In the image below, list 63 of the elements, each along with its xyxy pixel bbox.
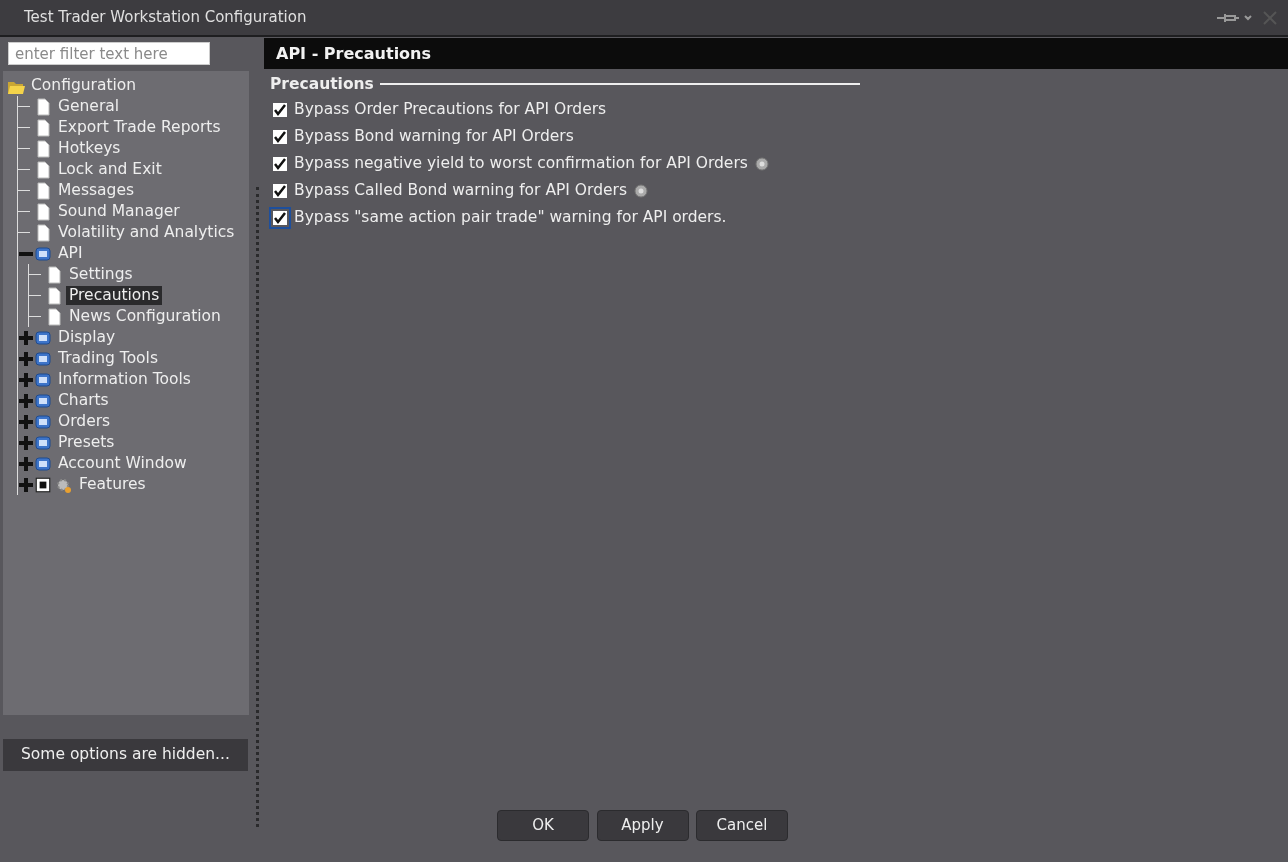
tree-item[interactable]: Precautions: [66, 286, 163, 305]
page-icon: [34, 202, 52, 221]
module-icon: [34, 454, 52, 473]
dialog-button[interactable]: Cancel: [696, 810, 788, 841]
module-icon: [34, 244, 52, 263]
option-label[interactable]: Bypass negative yield to worst confirmation for API Orders: [294, 151, 748, 176]
option-label[interactable]: Bypass Bond warning for API Orders: [294, 124, 574, 149]
page-icon: [34, 139, 52, 158]
module-icon: [34, 433, 52, 452]
page-icon: [34, 160, 52, 179]
dialog-button[interactable]: OK: [497, 810, 589, 841]
tree-item[interactable]: Orders: [55, 412, 114, 431]
tree-item[interactable]: Account Window: [55, 454, 190, 473]
module-icon: [34, 328, 52, 347]
option-label[interactable]: Bypass Called Bond warning for API Orders: [294, 178, 627, 203]
tree-item[interactable]: Messages: [55, 181, 137, 200]
option-label[interactable]: Bypass "same action pair trade" warning for API orders.: [294, 205, 727, 230]
tree-item[interactable]: Settings: [66, 265, 136, 284]
page-icon: [45, 286, 63, 305]
tree-item[interactable]: Trading Tools: [55, 349, 161, 368]
tree-item[interactable]: Sound Manager: [55, 202, 183, 221]
section-title: Precautions: [269, 73, 374, 95]
checkbox[interactable]: [269, 206, 291, 229]
page-icon: [34, 181, 52, 200]
page-icon: [45, 307, 63, 326]
tree-item[interactable]: Hotkeys: [55, 139, 124, 158]
tree-item[interactable]: Features: [76, 475, 149, 494]
hidden-options-note[interactable]: Some options are hidden...: [3, 739, 248, 771]
page-icon: [34, 223, 52, 242]
help-icon[interactable]: [634, 183, 648, 198]
option-label[interactable]: Bypass Order Precautions for API Orders: [294, 97, 607, 122]
expand-icon[interactable]: [18, 392, 34, 409]
window-title: Test Trader Workstation Configuration: [24, 7, 307, 29]
tree-item[interactable]: Presets: [55, 433, 118, 452]
tree-item[interactable]: General: [55, 97, 123, 116]
tree-item[interactable]: Volatility and Analytics: [55, 223, 238, 242]
checkbox[interactable]: [34, 475, 52, 494]
help-icon[interactable]: [754, 156, 769, 171]
tree-item[interactable]: Information Tools: [55, 370, 194, 389]
page-icon: [34, 118, 52, 137]
module-icon: [34, 412, 52, 431]
expand-icon[interactable]: [18, 371, 34, 388]
expand-icon[interactable]: [18, 413, 34, 430]
module-icon: [34, 370, 52, 389]
panel-title: API - Precautions: [276, 42, 432, 65]
tree-item[interactable]: Display: [55, 328, 119, 347]
tree-item[interactable]: Lock and Exit: [55, 160, 165, 179]
tree-item[interactable]: Configuration: [28, 76, 140, 95]
expand-icon[interactable]: [18, 350, 34, 367]
expand-icon[interactable]: [18, 455, 34, 472]
filter-field[interactable]: enter filter text here: [8, 42, 210, 65]
page-icon: [34, 97, 52, 116]
tree-item[interactable]: API: [55, 244, 86, 263]
expand-icon[interactable]: [18, 434, 34, 451]
expand-icon[interactable]: [18, 329, 34, 346]
dialog-button[interactable]: Apply: [596, 810, 689, 841]
tree-item[interactable]: Export Trade Reports: [55, 118, 224, 137]
page-icon: [45, 265, 63, 284]
module-icon: [34, 349, 52, 368]
tree-item[interactable]: News Configuration: [66, 307, 224, 326]
tree-item[interactable]: Charts: [55, 391, 112, 410]
expand-icon[interactable]: [18, 476, 34, 493]
module-icon: [34, 391, 52, 410]
